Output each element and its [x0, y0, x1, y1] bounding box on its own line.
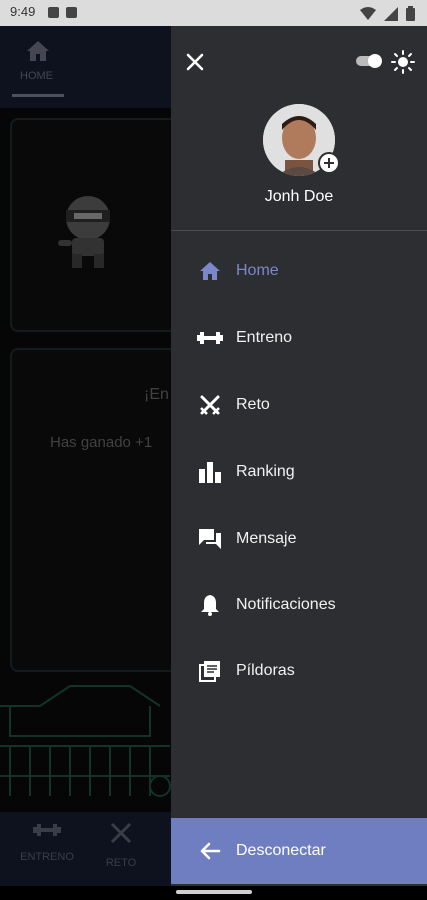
- menu-item-ranking[interactable]: Ranking: [197, 452, 417, 492]
- menu-item-reto[interactable]: Reto: [197, 385, 417, 425]
- divider: [171, 230, 427, 231]
- navigation-drawer: Jonh Doe Home Entreno Reto Ranking Mensa…: [171, 26, 427, 886]
- chat-icon: [197, 526, 223, 552]
- menu-item-label: Notificaciones: [236, 596, 336, 613]
- sun-icon[interactable]: [391, 50, 415, 74]
- status-time: 9:49: [10, 4, 36, 19]
- notification-icon: [66, 7, 77, 18]
- menu-item-label: Mensaje: [236, 530, 297, 547]
- arrow-left-icon: [200, 842, 221, 860]
- menu-item-label: Píldoras: [236, 662, 295, 679]
- menu-item-label: Ranking: [236, 463, 295, 480]
- wifi-icon: [360, 6, 376, 20]
- ranking-icon: [197, 459, 223, 485]
- close-icon[interactable]: [185, 52, 205, 72]
- add-photo-button[interactable]: [318, 152, 340, 174]
- menu-item-pildoras[interactable]: Píldoras: [197, 651, 417, 691]
- logout-label: Desconectar: [236, 842, 326, 859]
- theme-toggle[interactable]: [355, 53, 383, 69]
- menu-item-entreno[interactable]: Entreno: [197, 318, 417, 358]
- logout-button[interactable]: Desconectar: [171, 818, 427, 884]
- menu-item-label: Entreno: [236, 329, 293, 346]
- notification-icon: [48, 7, 59, 18]
- menu-item-notificaciones[interactable]: Notificaciones: [197, 585, 417, 625]
- signal-icon: [384, 6, 398, 21]
- menu-item-home[interactable]: Home: [197, 251, 417, 291]
- bell-icon: [197, 592, 223, 618]
- battery-icon: [406, 6, 415, 21]
- swords-icon: [197, 392, 223, 418]
- pills-icon: [197, 658, 223, 684]
- user-name: Jonh Doe: [264, 188, 334, 205]
- menu-item-label: Home: [236, 262, 279, 279]
- menu-item-mensaje[interactable]: Mensaje: [197, 519, 417, 559]
- gesture-bar: [176, 890, 252, 894]
- home-icon: [197, 258, 223, 284]
- status-bar: 9:49: [0, 0, 427, 26]
- plus-icon: [324, 158, 334, 168]
- dumbbell-icon: [197, 325, 223, 351]
- menu-item-label: Reto: [236, 396, 270, 413]
